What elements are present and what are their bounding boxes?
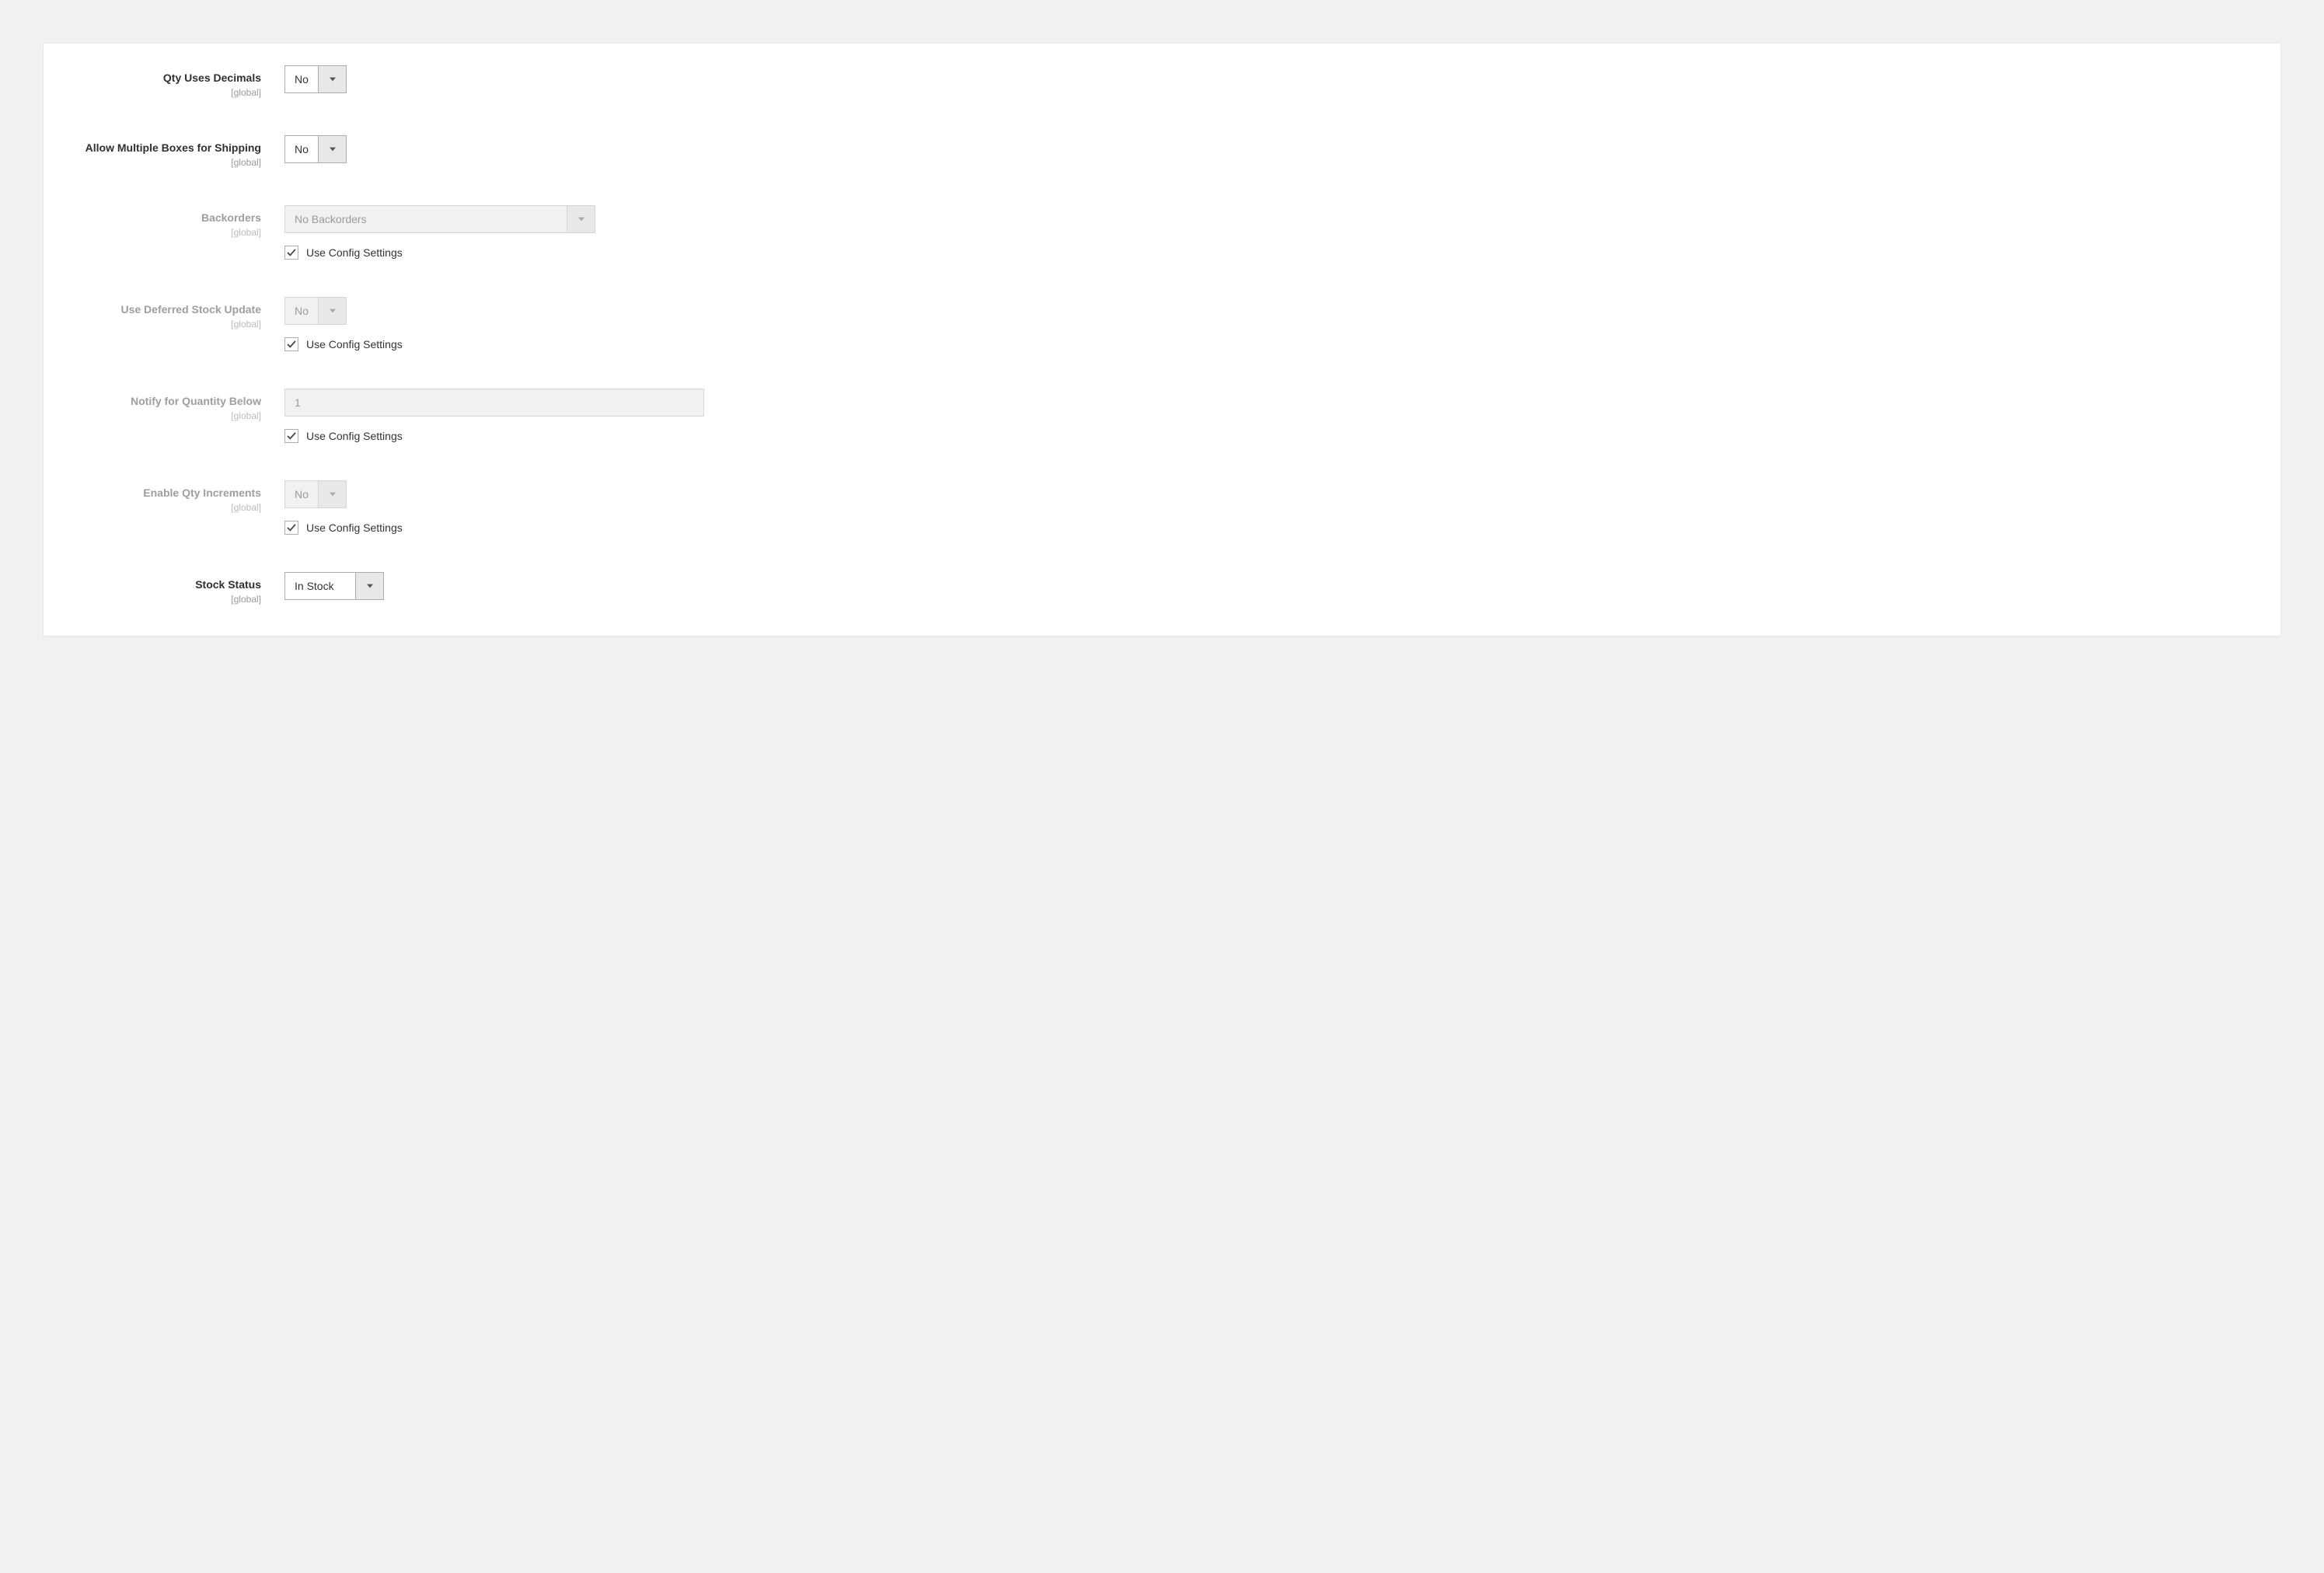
chevron-down-icon xyxy=(355,573,383,599)
inventory-settings-panel: Qty Uses Decimals [global] No Allow Mult… xyxy=(43,43,2281,637)
label-col: Use Deferred Stock Update [global] xyxy=(75,297,284,330)
use-config-checkbox[interactable] xyxy=(284,521,298,535)
label-col: Backorders [global] xyxy=(75,205,284,238)
label-col: Notify for Quantity Below [global] xyxy=(75,389,284,421)
field-scope: [global] xyxy=(75,157,261,168)
field-scope: [global] xyxy=(75,87,261,98)
deferred-stock-use-config: Use Config Settings xyxy=(284,337,720,351)
use-config-label[interactable]: Use Config Settings xyxy=(306,521,403,534)
use-config-label[interactable]: Use Config Settings xyxy=(306,430,403,442)
control-col: Use Config Settings xyxy=(284,389,720,443)
field-label: Notify for Quantity Below xyxy=(75,394,261,409)
field-scope: [global] xyxy=(75,319,261,330)
field-enable-qty-increments: Enable Qty Increments [global] No Use Co… xyxy=(75,480,2249,535)
select-value: No xyxy=(285,66,318,92)
field-label: Stock Status xyxy=(75,577,261,592)
label-col: Stock Status [global] xyxy=(75,572,284,605)
control-col: No Backorders Use Config Settings xyxy=(284,205,720,260)
field-stock-status: Stock Status [global] In Stock xyxy=(75,572,2249,605)
select-value: No xyxy=(285,136,318,162)
use-config-checkbox[interactable] xyxy=(284,429,298,443)
chevron-down-icon xyxy=(318,298,346,324)
use-config-checkbox[interactable] xyxy=(284,337,298,351)
field-label: Qty Uses Decimals xyxy=(75,71,261,85)
select-value: No xyxy=(285,481,318,507)
label-col: Qty Uses Decimals [global] xyxy=(75,65,284,98)
chevron-down-icon xyxy=(567,206,595,232)
backorders-select: No Backorders xyxy=(284,205,595,233)
control-col: No Use Config Settings xyxy=(284,297,720,351)
select-value: No Backorders xyxy=(285,206,567,232)
notify-qty-below-input xyxy=(284,389,704,417)
field-scope: [global] xyxy=(75,410,261,421)
use-config-label[interactable]: Use Config Settings xyxy=(306,338,403,351)
field-label: Allow Multiple Boxes for Shipping xyxy=(75,141,261,155)
backorders-use-config: Use Config Settings xyxy=(284,246,720,260)
stock-status-select[interactable]: In Stock xyxy=(284,572,384,600)
allow-multiple-boxes-select[interactable]: No xyxy=(284,135,347,163)
select-value: In Stock xyxy=(285,573,355,599)
use-config-checkbox[interactable] xyxy=(284,246,298,260)
chevron-down-icon xyxy=(318,481,346,507)
field-backorders: Backorders [global] No Backorders Use Co… xyxy=(75,205,2249,260)
chevron-down-icon xyxy=(318,66,346,92)
deferred-stock-update-select: No xyxy=(284,297,347,325)
chevron-down-icon xyxy=(318,136,346,162)
enable-qty-use-config: Use Config Settings xyxy=(284,521,720,535)
field-allow-multiple-boxes: Allow Multiple Boxes for Shipping [globa… xyxy=(75,135,2249,168)
field-label: Enable Qty Increments xyxy=(75,486,261,500)
field-label: Backorders xyxy=(75,211,261,225)
control-col: In Stock xyxy=(284,572,720,600)
control-col: No xyxy=(284,135,720,163)
field-qty-uses-decimals: Qty Uses Decimals [global] No xyxy=(75,65,2249,98)
control-col: No Use Config Settings xyxy=(284,480,720,535)
qty-uses-decimals-select[interactable]: No xyxy=(284,65,347,93)
select-value: No xyxy=(285,298,318,324)
label-col: Allow Multiple Boxes for Shipping [globa… xyxy=(75,135,284,168)
field-label: Use Deferred Stock Update xyxy=(75,302,261,317)
field-scope: [global] xyxy=(75,594,261,605)
field-scope: [global] xyxy=(75,502,261,513)
field-scope: [global] xyxy=(75,227,261,238)
label-col: Enable Qty Increments [global] xyxy=(75,480,284,513)
notify-qty-use-config: Use Config Settings xyxy=(284,429,720,443)
field-notify-qty-below: Notify for Quantity Below [global] Use C… xyxy=(75,389,2249,443)
use-config-label[interactable]: Use Config Settings xyxy=(306,246,403,259)
control-col: No xyxy=(284,65,720,93)
enable-qty-increments-select: No xyxy=(284,480,347,508)
field-deferred-stock-update: Use Deferred Stock Update [global] No Us… xyxy=(75,297,2249,351)
